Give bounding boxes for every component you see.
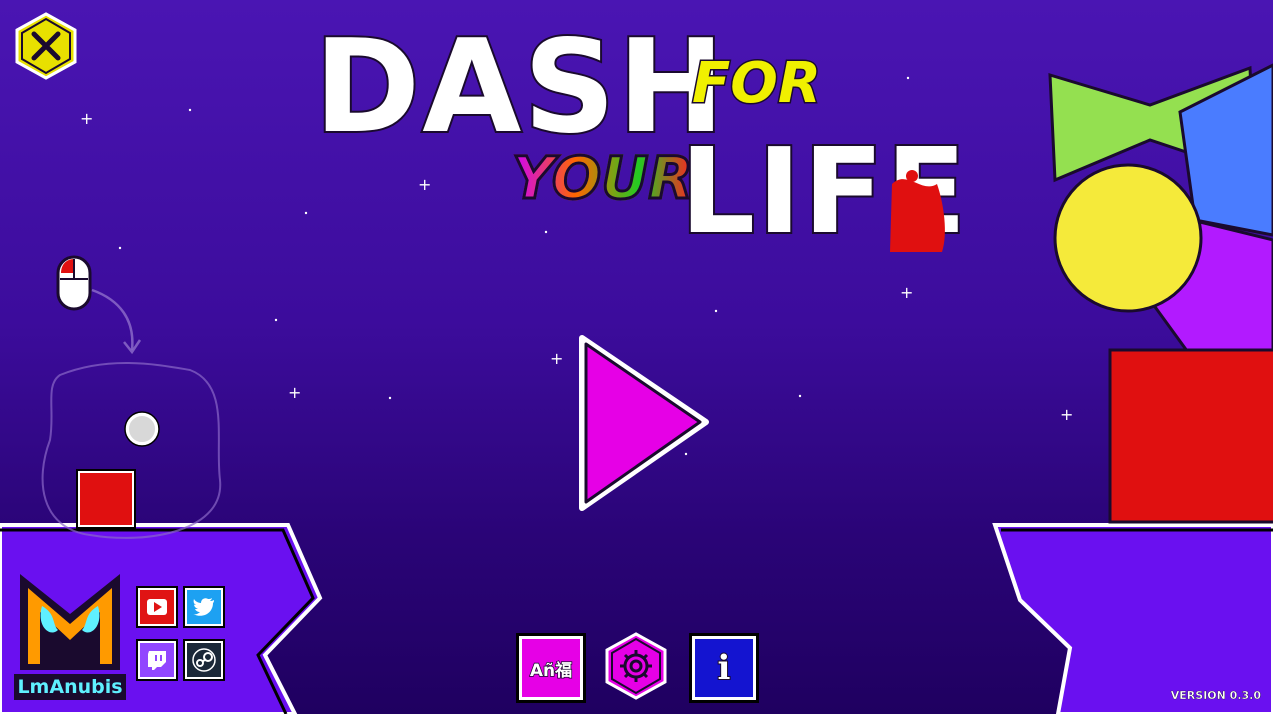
twitter-icon bbox=[193, 598, 214, 616]
studio-name: LmAnubis bbox=[14, 674, 126, 700]
anubis-logo-icon bbox=[20, 574, 120, 670]
mouse-left-click-icon bbox=[56, 255, 92, 311]
twitter-button[interactable] bbox=[185, 588, 223, 626]
language-label: Añ福 bbox=[529, 660, 573, 682]
svg-text:+: + bbox=[80, 109, 93, 128]
svg-text:+: + bbox=[288, 383, 301, 402]
ground-right bbox=[992, 523, 1273, 714]
youtube-button[interactable] bbox=[138, 588, 176, 626]
settings-button[interactable] bbox=[604, 632, 668, 700]
decorative-shapes bbox=[1048, 63, 1273, 524]
steam-icon bbox=[192, 648, 216, 672]
info-button[interactable]: i bbox=[692, 636, 756, 700]
title-dash: DASH bbox=[312, 13, 727, 162]
gear-icon bbox=[605, 632, 667, 700]
svg-text:+: + bbox=[1060, 405, 1073, 424]
svg-text:+: + bbox=[550, 349, 563, 368]
svg-text:+: + bbox=[900, 283, 913, 302]
close-button[interactable] bbox=[14, 12, 78, 80]
studio-logo[interactable]: LmAnubis bbox=[14, 566, 126, 700]
twitch-icon bbox=[148, 651, 166, 670]
tutorial-arrow bbox=[91, 288, 134, 351]
play-icon bbox=[579, 335, 709, 511]
version-label: VERSION 0.3.0 bbox=[1170, 689, 1262, 702]
tutorial-orb bbox=[125, 412, 159, 446]
player-cube bbox=[78, 471, 134, 527]
info-icon: i bbox=[717, 647, 732, 689]
language-button[interactable]: Añ福 bbox=[519, 636, 583, 700]
twitch-button[interactable] bbox=[138, 641, 176, 679]
close-icon bbox=[15, 12, 77, 80]
play-button[interactable] bbox=[576, 334, 712, 512]
title-your: YOUR bbox=[511, 144, 695, 212]
blood-splat bbox=[890, 170, 945, 252]
title-for: FOR bbox=[691, 51, 823, 116]
steam-button[interactable] bbox=[185, 641, 223, 679]
game-title: DASH FOR YOUR LIFE bbox=[300, 14, 980, 274]
youtube-icon bbox=[147, 599, 167, 615]
